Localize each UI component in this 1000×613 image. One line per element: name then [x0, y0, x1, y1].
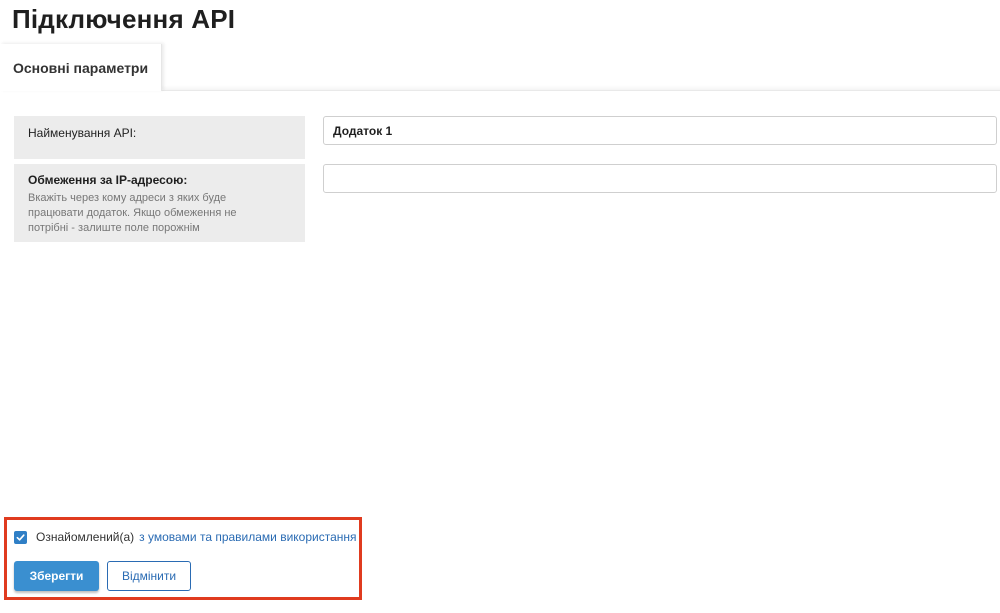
save-button[interactable]: Зберегти: [14, 561, 99, 591]
form-row-api-name: Найменування API:: [14, 116, 997, 159]
checkmark-icon: [16, 533, 25, 541]
cancel-button[interactable]: Відмінити: [107, 561, 191, 591]
footer-actions-highlight: Ознайомлений(а) з умовами та правилами в…: [4, 517, 362, 600]
api-name-label: Найменування API:: [28, 126, 137, 140]
agree-text: Ознайомлений(а): [36, 530, 135, 544]
api-name-label-cell: Найменування API:: [14, 116, 305, 159]
form-row-ip-restriction: Обмеження за IP-адресою: Вкажіть через к…: [14, 164, 997, 242]
api-connection-page: Підключення API Основні параметри Наймен…: [0, 0, 1000, 613]
agree-row: Ознайомлений(а) з умовами та правилами в…: [14, 530, 357, 544]
agree-checkbox[interactable]: [14, 530, 27, 544]
ip-restriction-hint: Вкажіть через кому адреси з яких буде пр…: [28, 192, 237, 234]
ip-restriction-label: Обмеження за IP-адресою:: [28, 173, 188, 187]
ip-restriction-label-cell: Обмеження за IP-адресою: Вкажіть через к…: [14, 164, 305, 242]
tabs-bar: Основні параметри: [0, 44, 1000, 91]
terms-link[interactable]: з умовами та правилами використання: [139, 530, 356, 544]
api-name-input[interactable]: [323, 116, 997, 145]
page-title: Підключення API: [12, 4, 236, 34]
tab-main-parameters[interactable]: Основні параметри: [0, 44, 162, 91]
tab-label: Основні параметри: [13, 59, 149, 76]
ip-restriction-input[interactable]: [323, 164, 997, 193]
